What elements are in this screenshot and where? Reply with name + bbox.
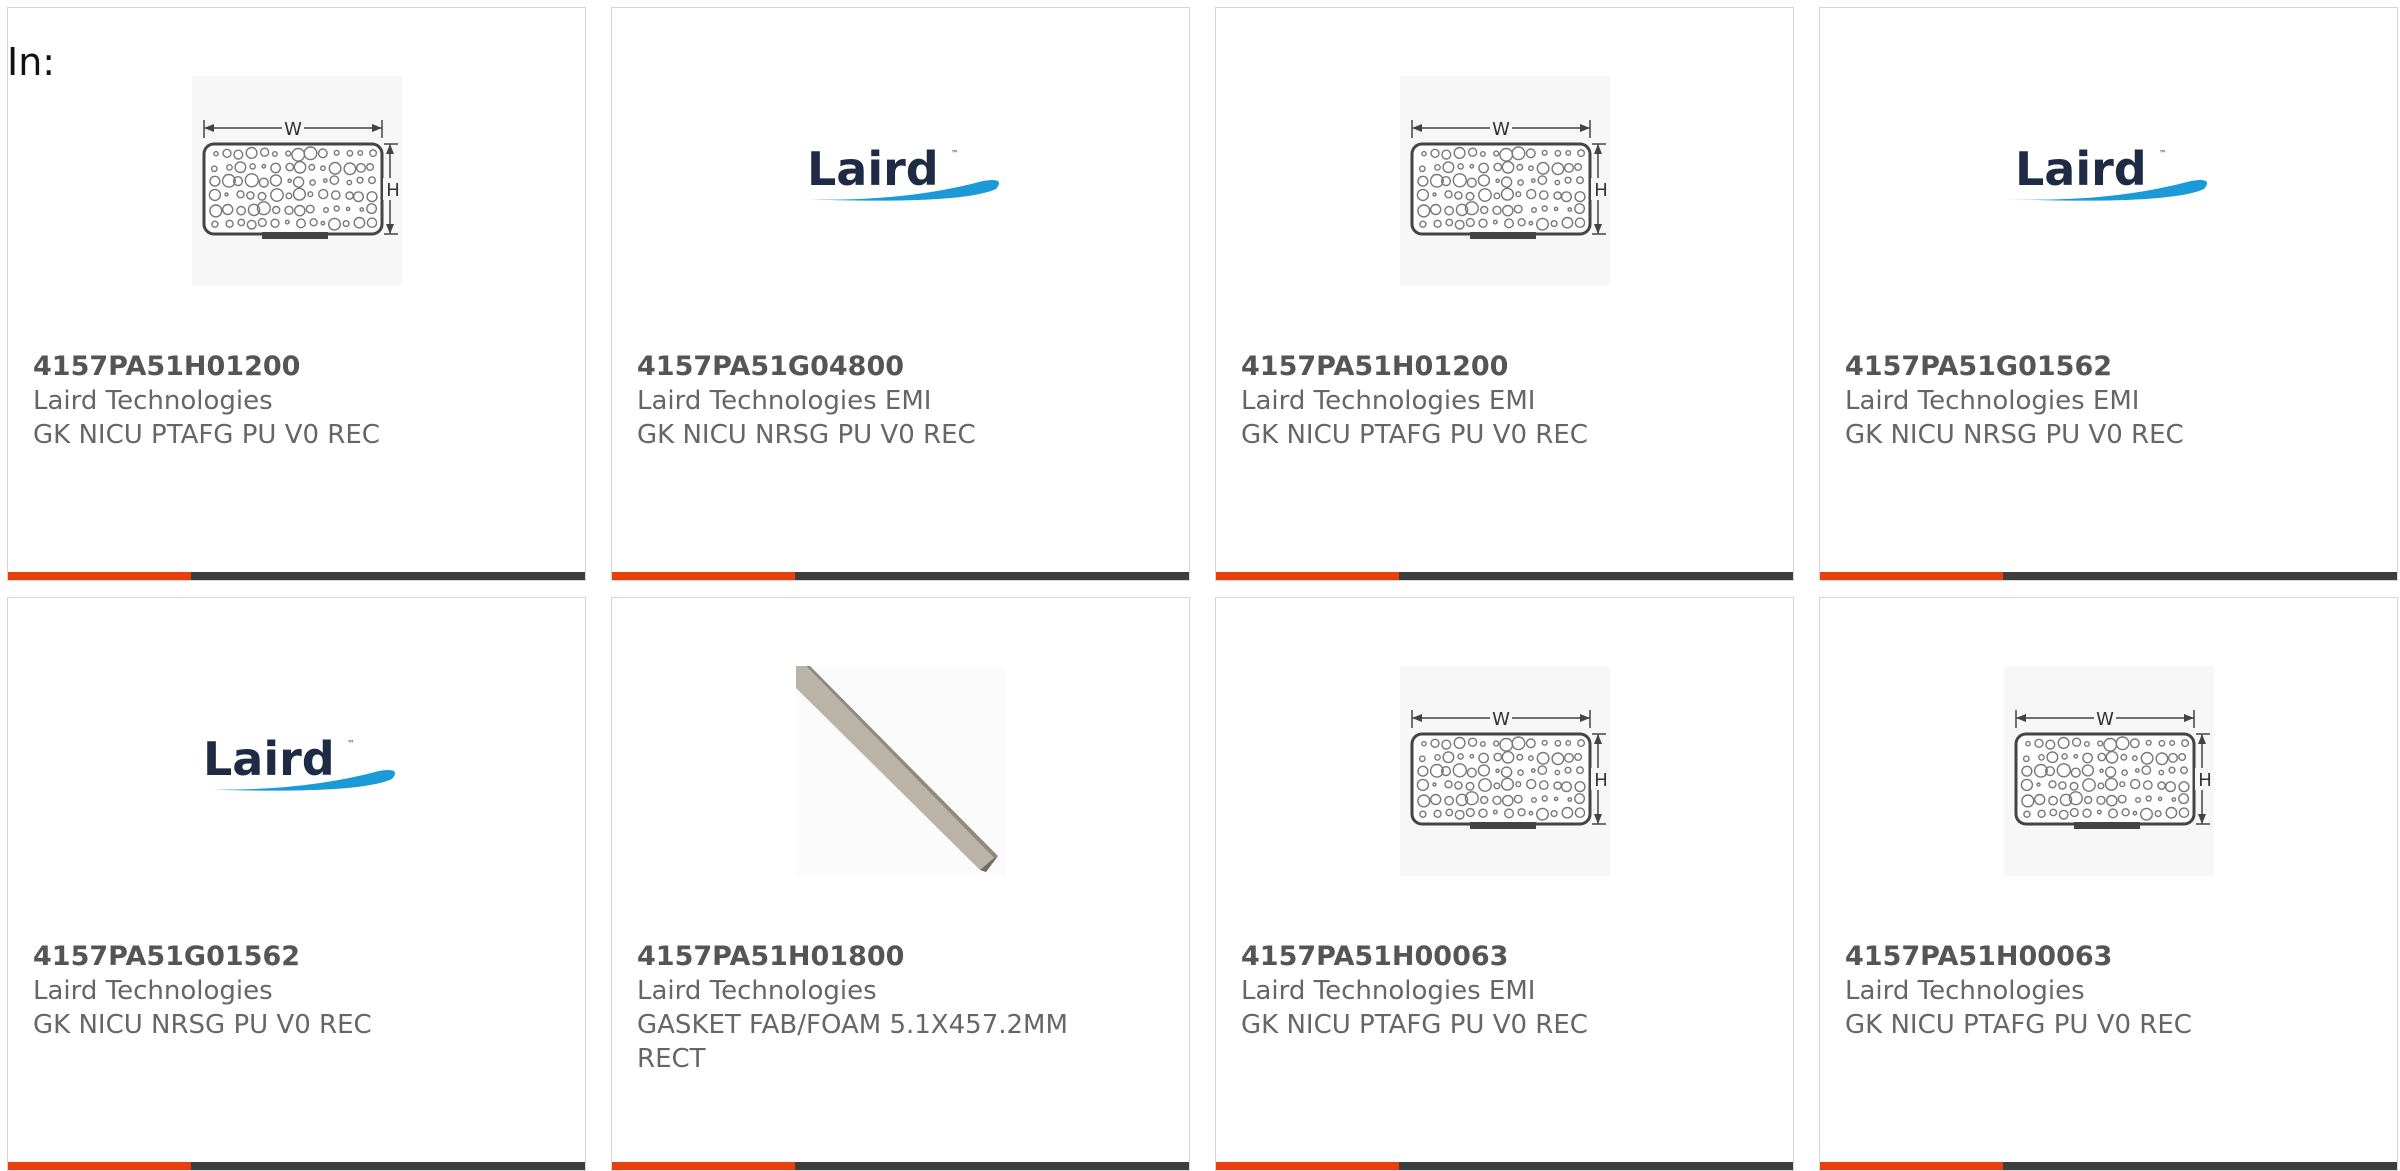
product-image[interactable] bbox=[612, 666, 1189, 876]
product-description: GK NICU PTAFG PU V0 REC bbox=[1241, 420, 1588, 450]
manufacturer-name: Laird Technologies EMI bbox=[1845, 386, 2140, 416]
svg-text:W: W bbox=[284, 119, 302, 140]
product-info: 4157PA51G01562 Laird Technologies GK NICU … bbox=[33, 940, 523, 1042]
gasket-diagram-image: W H bbox=[1399, 666, 1610, 876]
part-number-link[interactable]: 4157PA51G01562 bbox=[33, 940, 523, 974]
product-image[interactable]: W H bbox=[8, 76, 585, 286]
part-number-link[interactable]: 4157PA51H00063 bbox=[1845, 940, 2335, 974]
product-card[interactable]: W H 4157PA51H01200 Laird Technologies EMI… bbox=[1215, 7, 1794, 581]
card-accent-stripe bbox=[1216, 572, 1399, 580]
card-accent-stripe bbox=[8, 572, 191, 580]
product-image[interactable]: W H bbox=[1820, 666, 2397, 876]
laird-logo-image: Laird ™ bbox=[796, 142, 999, 201]
product-info: 4157PA51H01800 Laird Technologies GASKET F… bbox=[637, 940, 1127, 1076]
product-info: 4157PA51G04800 Laird Technologies EMI GK N… bbox=[637, 350, 1127, 452]
manufacturer-name: Laird Technologies bbox=[33, 976, 273, 1006]
manufacturer-name: Laird Technologies bbox=[1845, 976, 2085, 1006]
laird-logo-image: Laird ™ bbox=[2004, 142, 2207, 201]
product-grid: W H 4157PA51H01200 Laird Technologies GK N… bbox=[7, 7, 2400, 1171]
card-footer-bar bbox=[8, 1162, 585, 1170]
part-number-link[interactable]: 4157PA51H00063 bbox=[1241, 940, 1731, 974]
gasket-diagram-image: W H bbox=[191, 76, 402, 286]
foam-strip-image bbox=[795, 666, 1006, 876]
product-card[interactable]: W H 4157PA51H00063 Laird Technologies GK N… bbox=[1819, 597, 2398, 1171]
product-description: GK NICU NRSG PU V0 REC bbox=[637, 420, 976, 450]
gasket-diagram-image: W H bbox=[1399, 76, 1610, 286]
svg-text:H: H bbox=[386, 180, 400, 201]
product-card[interactable]: Laird ™ 4157PA51G04800 Laird Technologies… bbox=[611, 7, 1190, 581]
card-footer-bar bbox=[1820, 1162, 2397, 1170]
svg-text:W: W bbox=[2096, 709, 2114, 730]
svg-text:Laird: Laird bbox=[203, 732, 335, 786]
card-accent-stripe bbox=[1820, 572, 2003, 580]
part-number-link[interactable]: 4157PA51G01562 bbox=[1845, 350, 2335, 384]
product-description: GK NICU NRSG PU V0 REC bbox=[33, 1010, 372, 1040]
card-footer-bar bbox=[1820, 572, 2397, 580]
card-accent-stripe bbox=[1216, 1162, 1399, 1170]
card-footer-bar bbox=[612, 1162, 1189, 1170]
card-footer-bar bbox=[1216, 1162, 1793, 1170]
product-card[interactable]: Laird ™ 4157PA51G01562 Laird Technologies… bbox=[7, 597, 586, 1171]
product-info: 4157PA51H00063 Laird Technologies GK NICU … bbox=[1845, 940, 2335, 1042]
product-description: GK NICU PTAFG PU V0 REC bbox=[1241, 1010, 1588, 1040]
svg-text:Laird: Laird bbox=[2015, 142, 2147, 196]
card-accent-stripe bbox=[612, 1162, 795, 1170]
product-description: GK NICU PTAFG PU V0 REC bbox=[1845, 1010, 2192, 1040]
product-info: 4157PA51H01200 Laird Technologies EMI GK N… bbox=[1241, 350, 1731, 452]
svg-text:W: W bbox=[1492, 709, 1510, 730]
manufacturer-name: Laird Technologies bbox=[637, 976, 877, 1006]
product-card[interactable]: 4157PA51H01800 Laird Technologies GASKET F… bbox=[611, 597, 1190, 1171]
product-image[interactable]: W H bbox=[1216, 666, 1793, 876]
product-card[interactable]: Laird ™ 4157PA51G01562 Laird Technologies… bbox=[1819, 7, 2398, 581]
page-heading: In: bbox=[7, 40, 56, 84]
product-card[interactable]: W H 4157PA51H00063 Laird Technologies EMI… bbox=[1215, 597, 1794, 1171]
manufacturer-name: Laird Technologies EMI bbox=[1241, 976, 1536, 1006]
product-image[interactable]: Laird ™ bbox=[612, 76, 1189, 286]
product-image[interactable]: Laird ™ bbox=[8, 666, 585, 876]
svg-text:H: H bbox=[2198, 770, 2212, 791]
manufacturer-name: Laird Technologies EMI bbox=[637, 386, 932, 416]
card-footer-bar bbox=[8, 572, 585, 580]
svg-text:W: W bbox=[1492, 119, 1510, 140]
product-description: GK NICU PTAFG PU V0 REC bbox=[33, 420, 380, 450]
card-footer-bar bbox=[612, 572, 1189, 580]
part-number-link[interactable]: 4157PA51H01200 bbox=[33, 350, 523, 384]
product-description: GK NICU NRSG PU V0 REC bbox=[1845, 420, 2184, 450]
part-number-link[interactable]: 4157PA51H01200 bbox=[1241, 350, 1731, 384]
product-info: 4157PA51H00063 Laird Technologies EMI GK N… bbox=[1241, 940, 1731, 1042]
svg-text:Laird: Laird bbox=[807, 142, 939, 196]
card-footer-bar bbox=[1216, 572, 1793, 580]
product-description: GASKET FAB/FOAM 5.1X457.2MM RECT bbox=[637, 1010, 1068, 1074]
part-number-link[interactable]: 4157PA51G04800 bbox=[637, 350, 1127, 384]
gasket-diagram-image: W H bbox=[2003, 666, 2214, 876]
svg-text:H: H bbox=[1594, 180, 1608, 201]
svg-text:™: ™ bbox=[347, 739, 355, 748]
svg-text:H: H bbox=[1594, 770, 1608, 791]
card-accent-stripe bbox=[8, 1162, 191, 1170]
product-image[interactable]: Laird ™ bbox=[1820, 76, 2397, 286]
manufacturer-name: Laird Technologies EMI bbox=[1241, 386, 1536, 416]
part-number-link[interactable]: 4157PA51H01800 bbox=[637, 940, 1127, 974]
laird-logo-image: Laird ™ bbox=[192, 732, 395, 791]
product-image[interactable]: W H bbox=[1216, 76, 1793, 286]
card-accent-stripe bbox=[1820, 1162, 2003, 1170]
product-info: 4157PA51G01562 Laird Technologies EMI GK N… bbox=[1845, 350, 2335, 452]
svg-text:™: ™ bbox=[951, 149, 959, 158]
manufacturer-name: Laird Technologies bbox=[33, 386, 273, 416]
svg-text:™: ™ bbox=[2159, 149, 2167, 158]
card-accent-stripe bbox=[612, 572, 795, 580]
product-info: 4157PA51H01200 Laird Technologies GK NICU … bbox=[33, 350, 523, 452]
product-card[interactable]: W H 4157PA51H01200 Laird Technologies GK N… bbox=[7, 7, 586, 581]
